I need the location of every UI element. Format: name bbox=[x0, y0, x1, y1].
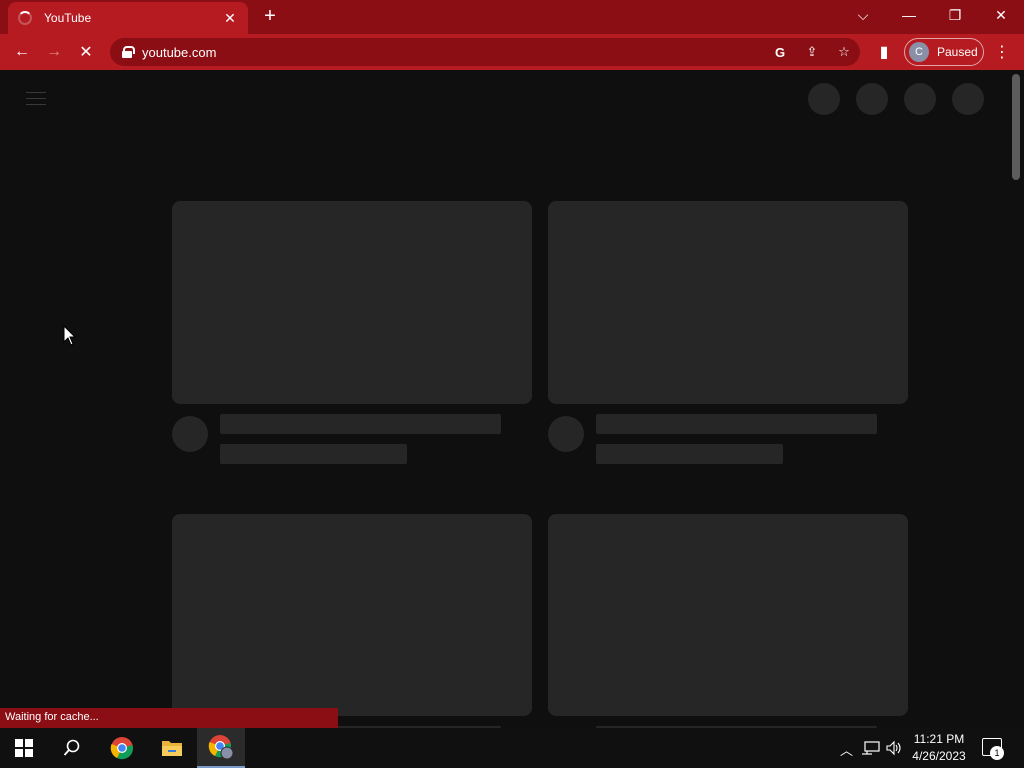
hamburger-menu-icon[interactable] bbox=[26, 92, 46, 106]
lock-icon[interactable] bbox=[122, 46, 135, 58]
forward-button[interactable]: → bbox=[42, 40, 66, 64]
clock-date: 4/26/2023 bbox=[912, 749, 966, 763]
tab-title: YouTube bbox=[44, 11, 92, 25]
meta-placeholder bbox=[596, 444, 783, 464]
chrome-menu-icon[interactable]: ⋮ bbox=[994, 42, 1010, 62]
channel-avatar-placeholder bbox=[172, 416, 208, 452]
profile-button[interactable]: C Paused bbox=[904, 38, 984, 66]
page-scrollbar[interactable] bbox=[1012, 74, 1020, 180]
network-icon[interactable] bbox=[862, 741, 880, 755]
back-button[interactable]: ← bbox=[10, 40, 34, 64]
tab-search-button[interactable]: ⌵ bbox=[840, 0, 886, 30]
placeholder-icon bbox=[904, 83, 936, 115]
video-thumbnail-placeholder bbox=[172, 514, 532, 716]
windows-start-icon bbox=[15, 739, 33, 757]
tab-youtube[interactable]: YouTube ✕ bbox=[8, 2, 248, 34]
placeholder-avatar bbox=[952, 83, 984, 115]
bookmark-star-icon[interactable]: ☆ bbox=[834, 42, 854, 62]
taskbar-search-button[interactable] bbox=[48, 728, 96, 768]
loading-spinner-icon bbox=[18, 11, 32, 25]
video-thumbnail-placeholder bbox=[548, 514, 908, 716]
avatar: C bbox=[909, 42, 929, 62]
google-icon[interactable]: G bbox=[770, 42, 790, 62]
title-placeholder bbox=[596, 414, 877, 434]
start-button[interactable] bbox=[0, 728, 48, 768]
status-bar: Waiting for cache... bbox=[0, 708, 338, 728]
placeholder-icon bbox=[808, 83, 840, 115]
chrome-profile-icon bbox=[208, 735, 234, 760]
tab-close-icon[interactable]: ✕ bbox=[222, 10, 238, 27]
chrome-icon bbox=[110, 737, 133, 760]
video-thumbnail-placeholder bbox=[548, 201, 908, 404]
tray-overflow-chevron-icon[interactable]: ︿ bbox=[840, 740, 853, 759]
tab-strip: YouTube ✕ + ⌵ — ❐ ✕ bbox=[0, 0, 1024, 34]
search-icon bbox=[63, 739, 80, 756]
close-window-button[interactable]: ✕ bbox=[978, 0, 1024, 30]
taskbar-chrome[interactable] bbox=[98, 728, 146, 768]
volume-icon[interactable] bbox=[886, 740, 902, 756]
channel-avatar-placeholder bbox=[548, 416, 584, 452]
mouse-cursor-icon bbox=[63, 325, 77, 346]
url-text[interactable]: youtube.com bbox=[142, 45, 216, 60]
placeholder-icon bbox=[856, 83, 888, 115]
stop-button[interactable]: ✕ bbox=[74, 40, 98, 64]
meta-placeholder bbox=[220, 444, 407, 464]
new-tab-button[interactable]: + bbox=[258, 5, 282, 29]
taskbar-chrome-profile[interactable] bbox=[197, 728, 245, 768]
video-thumbnail-placeholder bbox=[172, 201, 532, 404]
side-panel-icon[interactable]: ▮ bbox=[872, 40, 896, 64]
profile-status: Paused bbox=[937, 45, 978, 59]
file-explorer-icon bbox=[162, 741, 182, 756]
address-bar[interactable]: youtube.com G ⇪ ☆ bbox=[110, 38, 860, 66]
taskbar-file-explorer[interactable] bbox=[148, 728, 196, 768]
title-placeholder bbox=[220, 414, 501, 434]
notification-badge: 1 bbox=[990, 746, 1004, 760]
browser-toolbar: ← → ✕ youtube.com G ⇪ ☆ ▮ C Paused ⋮ bbox=[0, 34, 1024, 70]
page-content bbox=[0, 70, 1024, 728]
system-clock[interactable]: 11:21 PM 4/26/2023 bbox=[908, 731, 970, 765]
share-icon[interactable]: ⇪ bbox=[802, 42, 822, 62]
clock-time: 11:21 PM bbox=[913, 732, 965, 746]
restore-button[interactable]: ❐ bbox=[932, 0, 978, 30]
taskbar: ︿ 11:21 PM 4/26/2023 1 bbox=[0, 728, 1024, 768]
minimize-button[interactable]: — bbox=[886, 0, 932, 30]
